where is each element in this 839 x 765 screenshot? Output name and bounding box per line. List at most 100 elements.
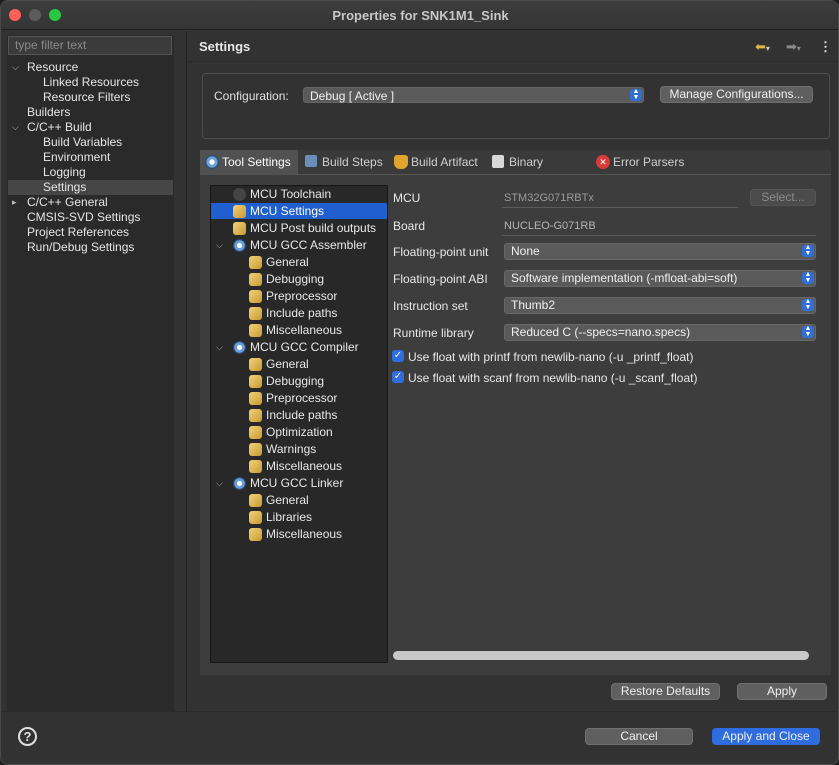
fpu-label: Floating-point unit [393, 245, 489, 259]
fpu-select[interactable]: None ▲ ▼ [504, 243, 816, 260]
tree-item-label: Warnings [266, 442, 317, 456]
tree-item-label: General [266, 493, 309, 507]
tree-item-label: MCU GCC Compiler [250, 340, 359, 354]
nav-item-build-variables[interactable]: Build Variables [43, 135, 122, 150]
tool-gear-icon [233, 477, 246, 490]
help-icon[interactable]: ? [18, 727, 37, 746]
title-bar: Properties for SNK1M1_Sink [1, 1, 838, 30]
tab-label: Build Steps [322, 155, 383, 169]
runtime-library-select[interactable]: Reduced C (--specs=nano.specs) ▲ ▼ [504, 324, 816, 341]
printf-float-checkbox[interactable]: ✓ [392, 350, 404, 362]
tree-item-label: MCU Settings [250, 204, 325, 218]
instruction-set-select[interactable]: Thumb2 ▲ ▼ [504, 297, 816, 314]
horizontal-scrollbar[interactable] [393, 651, 809, 660]
tab-error-parsers[interactable]: ✕ Error Parsers [591, 150, 691, 175]
tree-item-label: Libraries [266, 510, 313, 524]
configuration-select[interactable]: Debug [ Active ] ▲ ▼ [303, 87, 644, 103]
tree-item-mcu-settings[interactable]: MCU Settings [211, 203, 387, 219]
nav-item-run-debug-settings[interactable]: Run/Debug Settings [27, 240, 134, 255]
nav-item-logging[interactable]: Logging [43, 165, 86, 180]
manage-configurations-button[interactable]: Manage Configurations... [660, 86, 813, 103]
nav-item-builders[interactable]: Builders [27, 105, 70, 120]
runtime-library-value: Reduced C (--specs=nano.specs) [511, 325, 691, 339]
settings-folder-icon [249, 358, 262, 371]
footer-divider [1, 711, 838, 712]
chevron-down-icon[interactable]: ⌵ [216, 478, 223, 489]
fpabi-select[interactable]: Software implementation (-mfloat-abi=sof… [504, 270, 816, 287]
configuration-label: Configuration: [214, 89, 289, 103]
select-mcu-button[interactable]: Select... [750, 189, 816, 206]
select-arrows-icon: ▲ ▼ [630, 88, 642, 101]
mcu-label: MCU [393, 191, 421, 205]
filter-input[interactable]: type filter text [8, 36, 172, 55]
settings-folder-icon [249, 307, 262, 320]
chevron-right-icon[interactable]: ▸ [12, 197, 17, 208]
board-label: Board [393, 219, 426, 233]
more-menu-icon[interactable]: ⋮ [819, 39, 832, 55]
tab-build-artifact[interactable]: Build Artifact [389, 150, 484, 175]
window-title: Properties for SNK1M1_Sink [332, 8, 509, 23]
instruction-set-label: Instruction set [393, 299, 468, 313]
select-arrows-icon: ▲ ▼ [802, 271, 814, 284]
nav-item-resource-filters[interactable]: Resource Filters [43, 90, 130, 105]
tab-build-steps[interactable]: Build Steps [300, 150, 386, 175]
settings-folder-icon [249, 426, 262, 439]
back-arrow-icon[interactable]: ⬅▾ [755, 39, 770, 55]
binary-file-icon [492, 155, 504, 168]
properties-window: Properties for SNK1M1_Sink type filter t… [0, 0, 839, 765]
scanf-float-checkbox[interactable]: ✓ [392, 371, 404, 383]
chevron-down-icon[interactable]: ⌵ [12, 122, 19, 133]
tab-tool-settings[interactable]: Tool Settings [200, 150, 298, 175]
restore-defaults-button[interactable]: Restore Defaults [611, 683, 720, 700]
pane-splitter[interactable] [186, 31, 187, 711]
tree-item-label: MCU GCC Assembler [250, 238, 367, 252]
tree-item-label: Include paths [266, 306, 338, 320]
tree-item-label: Preprocessor [266, 391, 338, 405]
nav-item-cmsis-svd-settings[interactable]: CMSIS-SVD Settings [27, 210, 140, 225]
settings-folder-icon [249, 273, 262, 286]
nav-item-cpp-general[interactable]: C/C++ General [27, 195, 108, 210]
tab-label: Error Parsers [613, 155, 685, 169]
tree-item-label: Miscellaneous [266, 527, 343, 541]
nav-item-settings-row[interactable]: Settings [8, 180, 173, 195]
nav-item-resource[interactable]: Resource [27, 60, 78, 75]
cancel-button[interactable]: Cancel [585, 728, 693, 745]
page-title: Settings [199, 39, 251, 54]
settings-folder-icon [249, 392, 262, 405]
chevron-down-icon[interactable]: ⌵ [216, 240, 223, 251]
tree-item-label: Miscellaneous [266, 459, 343, 473]
tree-item-label: MCU Toolchain [250, 187, 332, 201]
mcu-field[interactable]: STM32G071RBTx [502, 188, 738, 208]
board-field[interactable]: NUCLEO-G071RB [502, 216, 816, 236]
runtime-library-label: Runtime library [393, 326, 474, 340]
instruction-set-value: Thumb2 [511, 298, 556, 312]
apply-and-close-button[interactable]: Apply and Close [712, 728, 820, 745]
build-steps-icon [305, 155, 317, 167]
tree-item-label: Include paths [266, 408, 338, 422]
tree-item-label: Debugging [266, 272, 325, 286]
nav-item-linked-resources[interactable]: Linked Resources [43, 75, 139, 90]
tab-label: Build Artifact [411, 155, 478, 169]
configuration-value: Debug [ Active ] [310, 89, 395, 103]
tab-label: Tool Settings [222, 155, 291, 169]
tree-item-label: General [266, 357, 309, 371]
error-icon: ✕ [596, 155, 610, 169]
nav-item-environment[interactable]: Environment [43, 150, 110, 165]
nav-item-cpp-build[interactable]: C/C++ Build [27, 120, 92, 135]
forward-arrow-icon[interactable]: ➡▾ [786, 39, 801, 55]
chevron-down-icon[interactable]: ⌵ [12, 62, 19, 73]
tool-gear-icon [233, 341, 246, 354]
tab-binary-parsers[interactable]: Binary Parsers [487, 150, 587, 194]
apply-button[interactable]: Apply [737, 683, 827, 700]
scanf-float-label: Use float with scanf from newlib-nano (-… [408, 371, 698, 385]
tree-item-label: Optimization [266, 425, 333, 439]
tree-item-label: General [266, 255, 309, 269]
nav-item-project-references[interactable]: Project References [27, 225, 129, 240]
tree-item-label: Preprocessor [266, 289, 338, 303]
tree-item-label: Debugging [266, 374, 325, 388]
select-arrows-icon: ▲ ▼ [802, 244, 814, 257]
chevron-down-icon[interactable]: ⌵ [216, 342, 223, 353]
fpabi-value: Software implementation (-mfloat-abi=sof… [511, 271, 738, 285]
tree-item-label: MCU GCC Linker [250, 476, 344, 490]
fpabi-label: Floating-point ABI [393, 272, 488, 286]
